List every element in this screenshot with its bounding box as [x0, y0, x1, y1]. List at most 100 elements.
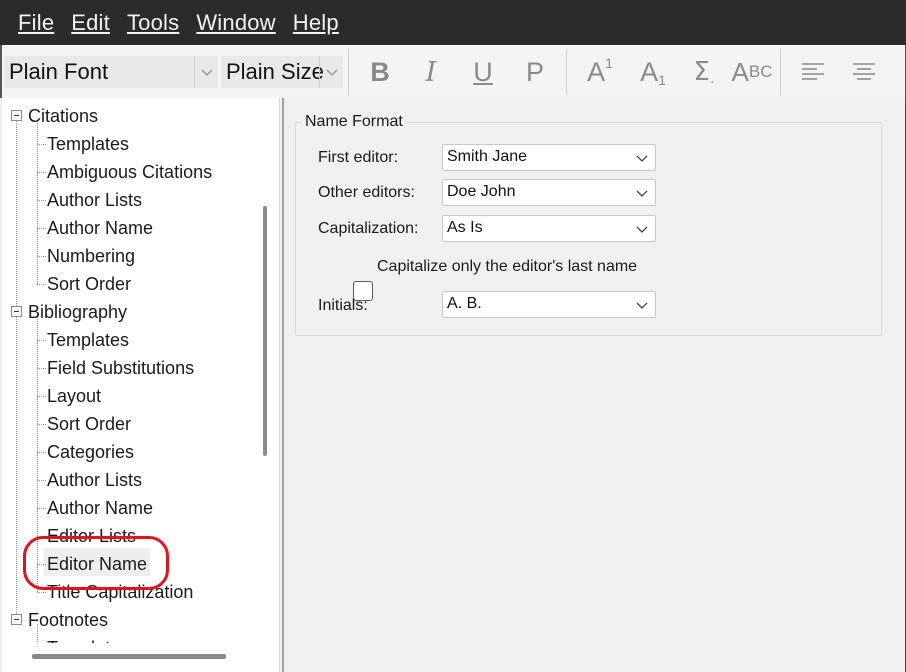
align-center-button[interactable]	[850, 54, 878, 90]
toolbar-separator	[780, 49, 781, 95]
tree-connector	[37, 200, 46, 201]
first-editor-select[interactable]: Smith Jane	[442, 144, 656, 171]
align-left-icon	[802, 63, 824, 80]
sigma-icon: Σ	[693, 57, 710, 87]
chevron-down-icon	[319, 56, 343, 88]
collapse-icon[interactable]	[11, 306, 22, 317]
tree-connector	[37, 368, 46, 369]
tree-horizontal-scrollbar[interactable]	[32, 654, 226, 659]
tree-connector	[37, 316, 38, 592]
menu-window[interactable]: Window	[196, 10, 275, 36]
plain-button[interactable]: P	[520, 54, 550, 90]
menu-help-label: Help	[292, 9, 339, 35]
capitalization-value: As Is	[447, 219, 483, 236]
toolbar-separator	[348, 49, 349, 95]
small-caps-small: BC	[748, 62, 773, 81]
tree-connector	[37, 564, 46, 565]
font-combo-value: Plain Font	[9, 59, 109, 84]
menu-help[interactable]: Help	[293, 10, 339, 36]
italic-button[interactable]: I	[416, 54, 446, 90]
tree-group[interactable]: Citations	[28, 102, 98, 130]
capitalization-label: Capitalization:	[318, 220, 419, 237]
menu-window-label: Window	[196, 9, 276, 35]
collapse-icon[interactable]	[11, 110, 22, 121]
tree-item[interactable]: Templates	[47, 130, 129, 158]
tree-item[interactable]: Author Lists	[47, 186, 142, 214]
other-editors-value: Doe John	[447, 183, 516, 200]
menu-tools[interactable]: Tools	[127, 10, 179, 36]
tree-item[interactable]: Ambiguous Citations	[47, 158, 212, 186]
tree-item[interactable]: Templates	[47, 326, 129, 354]
small-caps-big: A	[731, 56, 749, 87]
chevron-down-icon	[636, 155, 648, 162]
tree-item[interactable]: Field Substitutions	[47, 354, 194, 382]
align-center-icon	[853, 63, 875, 80]
chevron-down-icon	[636, 302, 648, 309]
capitalize-last-name-label[interactable]: Capitalize only the editor's last name	[377, 258, 637, 276]
menu-edit[interactable]: Edit	[71, 10, 110, 36]
first-editor-value: Smith Jane	[447, 148, 528, 165]
size-combo-value: Plain Size	[226, 59, 324, 84]
tree-connector	[37, 508, 46, 509]
chevron-down-icon	[636, 190, 648, 197]
underline-button[interactable]: U	[468, 54, 498, 90]
tree-item[interactable]: Sort Order	[47, 270, 131, 298]
style-sections-tree[interactable]: Citations Templates Ambiguous Citations Aut…	[2, 98, 280, 672]
tree-viewport: Citations Templates Ambiguous Citations Aut…	[2, 98, 252, 643]
first-editor-label: First editor:	[318, 149, 399, 166]
tree-vertical-scrollbar[interactable]	[263, 206, 267, 456]
tree-item[interactable]: Author Name	[47, 214, 153, 242]
bold-button[interactable]: B	[365, 54, 395, 90]
tree-connector	[37, 228, 46, 229]
menu-edit-label: Edit	[71, 9, 110, 35]
tree-group[interactable]: Footnotes	[28, 606, 108, 634]
small-caps-button[interactable]: A BC	[731, 54, 773, 90]
subscript-base: A	[640, 56, 659, 87]
other-editors-select[interactable]: Doe John	[442, 179, 656, 206]
align-left-button[interactable]	[799, 54, 827, 90]
tree-item[interactable]: Author Name	[47, 494, 153, 522]
capitalization-select[interactable]: As Is	[442, 215, 656, 242]
subscript-mark: 1	[658, 72, 666, 88]
tree-item[interactable]: Layout	[47, 382, 101, 410]
tree-connector	[37, 536, 46, 537]
tree-connector	[37, 452, 46, 453]
subscript-button[interactable]: A1	[635, 54, 671, 90]
name-format-title: Name Format	[302, 113, 406, 131]
name-format-group: Name Format First editor: Smith Jane Oth…	[295, 113, 882, 336]
menu-file[interactable]: File	[18, 10, 54, 36]
initials-value: A. B.	[447, 295, 482, 312]
collapse-icon[interactable]	[11, 614, 22, 625]
size-combo[interactable]: Plain Size	[221, 56, 343, 88]
tree-item[interactable]: Numbering	[47, 242, 135, 270]
tree-connector	[37, 480, 46, 481]
tree-item[interactable]: Author Lists	[47, 466, 142, 494]
tree-item[interactable]: Templates	[47, 634, 129, 643]
tree-connector	[16, 120, 17, 618]
format-toolbar: Plain Font Plain Size B I U P A1 A1 Σ. A…	[0, 45, 906, 98]
superscript-base: A	[587, 56, 606, 87]
chevron-down-icon	[194, 56, 218, 88]
superscript-mark: 1	[605, 55, 613, 71]
tree-connector	[37, 424, 46, 425]
tree-group[interactable]: Bibliography	[28, 298, 127, 326]
settings-panel: Name Format First editor: Smith Jane Oth…	[284, 98, 906, 672]
menu-file-label: File	[18, 9, 55, 35]
menu-tools-label: Tools	[126, 9, 180, 35]
chevron-down-icon	[636, 226, 648, 233]
tree-item-selected[interactable]: Editor Name	[47, 550, 147, 578]
font-combo[interactable]: Plain Font	[4, 56, 218, 88]
tree-connector	[37, 340, 46, 341]
tree-connector	[37, 256, 46, 257]
tree-item[interactable]: Title Capitalization	[47, 578, 193, 606]
tree-item[interactable]: Editor Lists	[47, 522, 136, 550]
tree-item[interactable]: Sort Order	[47, 410, 131, 438]
tree-connector	[37, 144, 46, 145]
initials-select[interactable]: A. B.	[442, 291, 656, 318]
tree-item[interactable]: Categories	[47, 438, 134, 466]
tree-connector	[37, 396, 46, 397]
other-editors-label: Other editors:	[318, 184, 415, 201]
symbol-button[interactable]: Σ.	[686, 54, 722, 90]
superscript-button[interactable]: A1	[582, 54, 618, 90]
symbol-more-dot: .	[709, 71, 715, 87]
